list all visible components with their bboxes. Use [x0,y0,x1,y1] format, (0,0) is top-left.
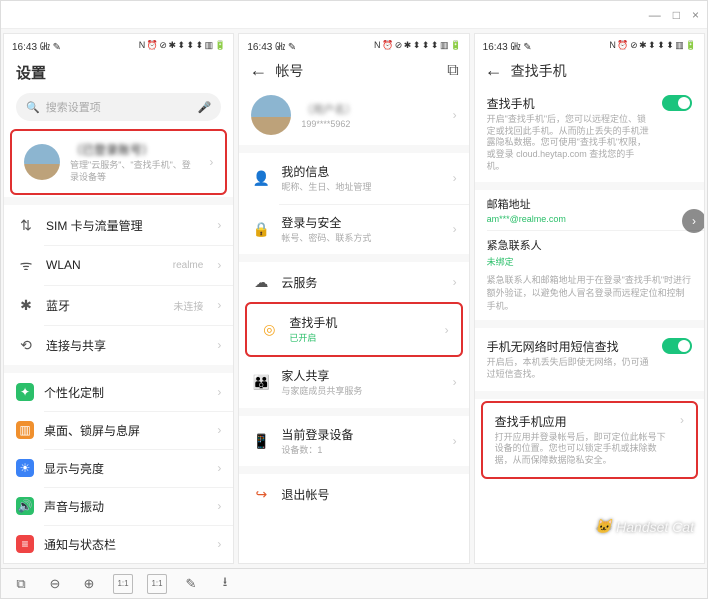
lock-icon: 🔒 [251,219,271,239]
account-phone: 199****5962 [301,119,356,129]
search-icon: 🔍 [26,101,40,114]
viewer-toolbar: ⧉ ⊖ ⊕ 1:1 1:1 ✎ ⭳ [1,568,707,598]
minimize-button[interactable]: — [649,8,661,22]
settings-list-network: ⇅ SIM 卡与流量管理 › ᯤ WLAN realme › ✱ 蓝牙 未连接 … [4,205,233,365]
sparkle-icon: ✦ [16,383,34,401]
page-title: 查找手机 [511,61,567,81]
target-icon: ◎ [259,320,279,340]
sms-find-toggle[interactable] [662,338,692,354]
search-placeholder: 搜索设置项 [46,99,101,115]
close-button[interactable]: × [692,8,699,22]
download-button[interactable]: ⭳ [215,574,235,594]
screenshot-tool[interactable]: ⧉ [11,574,31,594]
highlight-account-row: （已登录账号） 管理"云服务"、"查找手机"、登录设备等 › [10,129,227,195]
share-row[interactable]: ⟲ 连接与共享 › [4,325,233,365]
sound-row[interactable]: 🔊 声音与振动 › [4,487,233,525]
find-phone-toggle-row: 查找手机 开启"查找手机"后，您可以远程定位、锁定或找回此手机。从而防止丢失的手… [475,85,704,182]
account-name: （用户名） [301,101,356,117]
speaker-icon: 🔊 [16,497,34,515]
page-title: 帐号 [275,61,303,81]
logout-row[interactable]: ↪ 退出帐号 [239,474,468,514]
fit-1-1-button[interactable]: 1:1 [113,574,133,594]
person-icon: 👤 [251,168,271,188]
find-phone-row[interactable]: ◎ 查找手机 已开启 › [247,304,460,355]
email-row[interactable]: 邮箱地址 am***@realme.com [475,190,704,230]
devices-row[interactable]: 📱 当前登录设备 设备数：1 › [239,416,468,467]
account-name: （已登录账号） [70,141,195,158]
sms-find-toggle-row: 手机无网络时用短信查找 开启后，本机丢失后即使无网络，仍可通过短信查找。 [475,328,704,390]
contact-note: 紧急联系人和邮箱地址用于在登录"查找手机"时进行额外验证，以避免他人冒名登录而远… [475,274,704,320]
phone-screen-find-phone: 16:43 ㎓ ✎ N ⏰ ⊘ ✱ ⬍ ⬍ ⬍ ▥ 🔋 ← 查找手机 查找手机 … [474,33,705,564]
account-card[interactable]: （用户名） 199****5962 › [239,85,468,145]
avatar [24,144,60,180]
phone-icon: 📱 [251,431,271,451]
family-share-row[interactable]: 👪 家人共享 与家庭成员共享服务 › [239,357,468,408]
list-icon: ≡ [16,535,34,553]
wlan-row[interactable]: ᯤ WLAN realme › [4,245,233,285]
family-icon: 👪 [251,372,271,392]
watermark: 🐱 Handset Cat [595,518,694,535]
highlight-find-phone-app-row: 查找手机应用 打开应用并登录帐号后，即可定位此帐号下设备的位置。您也可以锁定手机… [481,401,698,479]
highlight-find-phone-row: ◎ 查找手机 已开启 › [245,302,462,357]
os-window-controls: — □ × [1,1,707,29]
share-icon: ⟲ [16,335,36,355]
account-sub: 管理"云服务"、"查找手机"、登录设备等 [70,160,195,183]
cloud-service-row[interactable]: ☁ 云服务 › [239,262,468,302]
wifi-icon: ᯤ [16,255,36,275]
sim-row[interactable]: ⇅ SIM 卡与流量管理 › [4,205,233,245]
zoom-in-button[interactable]: ⊕ [79,574,99,594]
my-info-row[interactable]: 👤 我的信息 昵称、生日、地址管理 › [239,153,468,204]
status-bar: 16:43 ㎓ ✎ N ⏰ ⊘ ✱ ⬍ ⬍ ⬍ ▥ 🔋 [4,34,233,56]
find-phone-app-row[interactable]: 查找手机应用 打开应用并登录帐号后，即可定位此帐号下设备的位置。您也可以锁定手机… [483,403,696,477]
account-row[interactable]: （已登录账号） 管理"云服务"、"查找手机"、登录设备等 › [12,131,225,193]
find-phone-toggle[interactable] [662,95,692,111]
chevron-right-icon: › [209,155,213,169]
emergency-contact-row[interactable]: 紧急联系人 未绑定 [475,231,704,274]
brightness-row[interactable]: ☀ 显示与亮度 › [4,449,233,487]
grid-icon: ▥ [16,421,34,439]
avatar [251,95,291,135]
notifications-row[interactable]: ≡ 通知与状态栏 › [4,525,233,563]
settings-list-display: ✦ 个性化定制 › ▥ 桌面、锁屏与息屏 › ☀ 显示与亮度 › 🔊 声音与振动 [4,373,233,563]
carousel-next-button[interactable]: › [682,209,705,233]
phone-screen-settings: 16:43 ㎓ ✎ N ⏰ ⊘ ✱ ⬍ ⬍ ⬍ ▥ 🔋 设置 🔍 搜索设置项 🎤… [3,33,234,564]
back-button[interactable]: ← [485,60,503,81]
search-input[interactable]: 🔍 搜索设置项 🎤 [16,93,221,121]
bluetooth-row[interactable]: ✱ 蓝牙 未连接 › [4,285,233,325]
sim-icon: ⇅ [16,215,36,235]
back-button[interactable]: ← [249,60,267,81]
cat-icon: 🐱 [595,518,612,535]
reset-zoom-button[interactable]: 1:1 [147,574,167,594]
desktop-row[interactable]: ▥ 桌面、锁屏与息屏 › [4,411,233,449]
bluetooth-icon: ✱ [16,295,36,315]
zoom-out-button[interactable]: ⊖ [45,574,65,594]
status-bar: 16:43 ㎓ ✎ N ⏰ ⊘ ✱ ⬍ ⬍ ⬍ ▥ 🔋 [239,34,468,56]
edit-button[interactable]: ✎ [181,574,201,594]
sun-icon: ☀ [16,459,34,477]
mic-icon: 🎤 [198,101,212,114]
cloud-icon: ☁ [251,272,271,292]
personalize-row[interactable]: ✦ 个性化定制 › [4,373,233,411]
login-security-row[interactable]: 🔒 登录与安全 帐号、密码、联系方式 › [239,204,468,255]
phone-screen-account: 16:43 ㎓ ✎ N ⏰ ⊘ ✱ ⬍ ⬍ ⬍ ▥ 🔋 ← 帐号 ⧉ （用户名）… [238,33,469,564]
scan-icon[interactable]: ⧉ [447,62,458,80]
maximize-button[interactable]: □ [673,8,680,22]
logout-icon: ↪ [251,484,271,504]
page-title: 设置 [4,56,233,87]
status-bar: 16:43 ㎓ ✎ N ⏰ ⊘ ✱ ⬍ ⬍ ⬍ ▥ 🔋 [475,34,704,56]
